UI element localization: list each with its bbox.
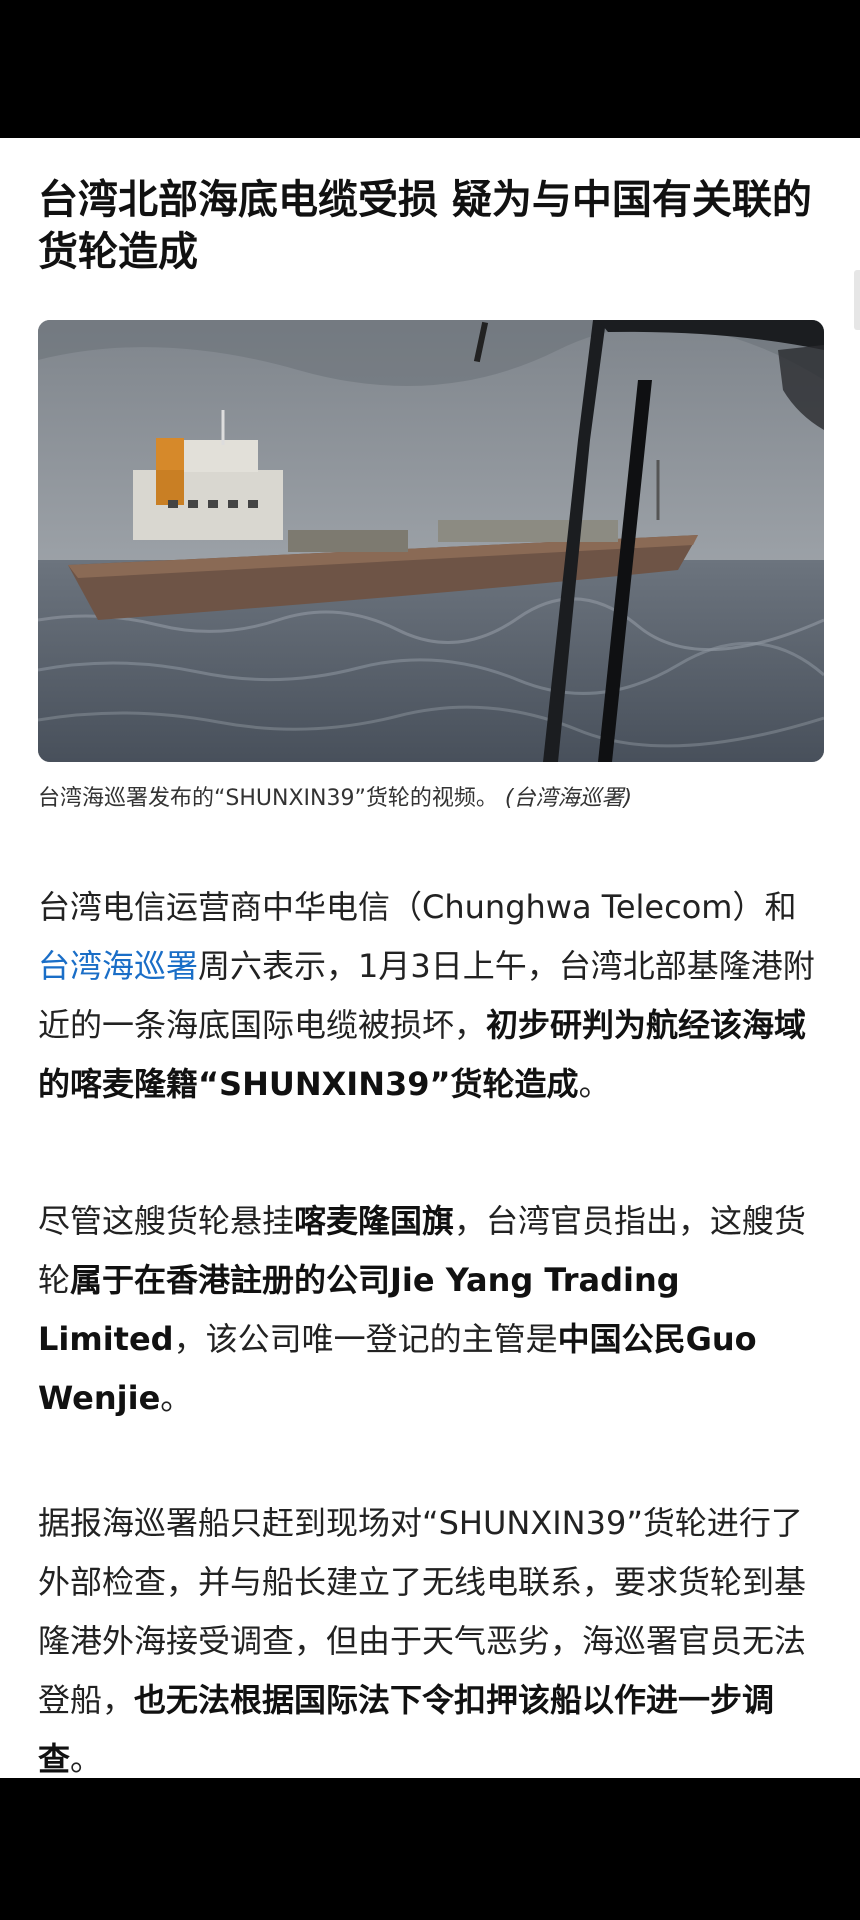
p3-bold: 也无法根据国际法下令扣押该船以作进一步调查 xyxy=(38,1681,775,1778)
p2-text-1: 尽管这艘货轮悬挂 xyxy=(38,1202,295,1240)
p2-text-4: 。 xyxy=(160,1379,193,1417)
article-container[interactable]: 台湾北部海底电缆受损 疑为与中国有关联的货轮造成 台湾海巡署发布的“SHUNXI… xyxy=(0,138,860,1778)
caption-text: 台湾海巡署发布的“SHUNXIN39”货轮的视频。 xyxy=(38,786,498,811)
caption-credit: (台湾海巡署) xyxy=(504,786,633,811)
paragraph-2: 尽管这艘货轮悬挂喀麦隆国旗，台湾官员指出，这艘货轮属于在香港註册的公司Jie Y… xyxy=(38,1192,828,1428)
p3-text-2: 。 xyxy=(70,1740,103,1778)
paragraph-3: 据报海巡署船只赶到现场对“SHUNXIN39”货轮进行了外部检查，并与船长建立了… xyxy=(38,1494,828,1778)
p1-text-3: 。 xyxy=(578,1065,611,1103)
coast-guard-link[interactable]: 台湾海巡署 xyxy=(38,947,198,985)
photo-caption: 台湾海巡署发布的“SHUNXIN39”货轮的视频。 (台湾海巡署) xyxy=(38,784,828,814)
p1-text-1: 台湾电信运营商中华电信（Chunghwa Telecom）和 xyxy=(38,888,797,926)
paragraph-1: 台湾电信运营商中华电信（Chunghwa Telecom）和台湾海巡署周六表示，… xyxy=(38,878,828,1114)
bottom-black-bar xyxy=(0,1778,860,1920)
article-headline: 台湾北部海底电缆受损 疑为与中国有关联的货轮造成 xyxy=(38,177,812,275)
top-black-bar xyxy=(0,0,860,138)
article-photo[interactable] xyxy=(38,320,824,762)
p2-text-3: ，该公司唯一登记的主管是 xyxy=(173,1320,558,1358)
p2-bold-1: 喀麦隆国旗 xyxy=(294,1202,455,1240)
cargo-ship-photo-icon xyxy=(38,320,824,762)
scrollbar-thumb[interactable] xyxy=(854,270,860,330)
